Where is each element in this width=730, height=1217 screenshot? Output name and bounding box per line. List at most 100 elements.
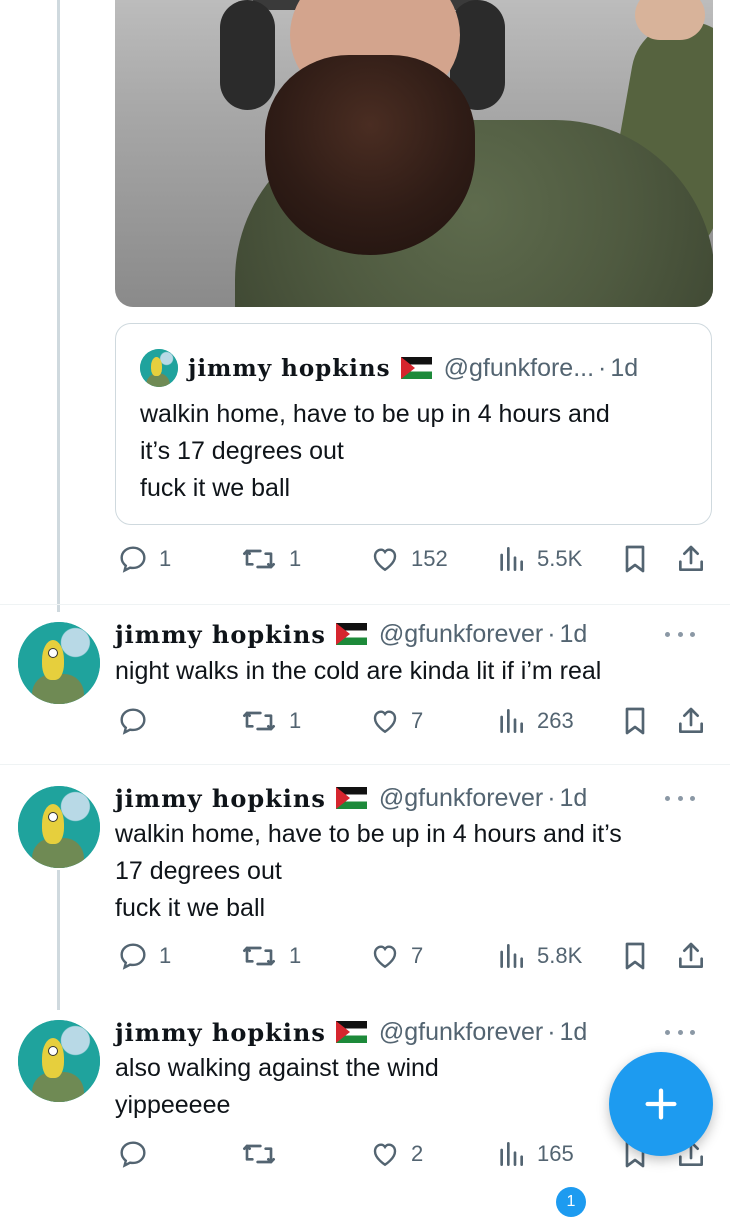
timestamp[interactable]: 1d xyxy=(560,784,588,813)
like-button[interactable]: 7 xyxy=(369,699,423,743)
quoted-tweet-text: walkin home, have to be up in 4 hours an… xyxy=(140,400,610,502)
share-icon xyxy=(679,545,703,571)
avatar[interactable] xyxy=(18,786,100,868)
reply-button[interactable] xyxy=(117,1132,159,1176)
like-count: 152 xyxy=(411,546,448,571)
view-count: 165 xyxy=(537,1141,574,1166)
plus-icon xyxy=(645,1088,677,1120)
palestine-flag-icon xyxy=(335,787,367,809)
heart-icon xyxy=(373,710,397,734)
palestine-flag-icon xyxy=(335,1021,367,1043)
view-count: 5.5K xyxy=(537,546,583,571)
username-handle[interactable]: @gfunkforever xyxy=(379,784,543,813)
tweet-actions: 1 7 263 xyxy=(115,699,715,743)
share-button[interactable] xyxy=(675,537,707,581)
view-count: 5.8K xyxy=(537,943,583,968)
retweet-button[interactable]: 1 xyxy=(239,537,301,581)
reply-icon xyxy=(120,1141,146,1168)
retweet-icon xyxy=(243,1144,275,1164)
views-button[interactable]: 165 xyxy=(495,1132,574,1176)
palestine-flag-icon xyxy=(400,357,432,379)
tweet-header: jimmy hopkins @gfunkforever · 1d xyxy=(115,614,715,654)
like-button[interactable]: 7 xyxy=(369,934,423,978)
palestine-flag-icon xyxy=(335,623,367,645)
bookmark-icon xyxy=(625,942,645,970)
reply-button[interactable]: 1 xyxy=(117,537,171,581)
retweet-button[interactable]: 1 xyxy=(239,699,301,743)
compose-button[interactable] xyxy=(609,1052,713,1156)
thread-line xyxy=(57,0,60,612)
quoted-tweet-card[interactable]: jimmy hopkins @gfunkfore... · 1d walkin … xyxy=(115,323,712,525)
views-chart-icon xyxy=(500,944,523,968)
separator-dot: · xyxy=(547,783,556,812)
views-chart-icon xyxy=(500,547,523,571)
tweet-text: walkin home, have to be up in 4 hours an… xyxy=(115,820,622,922)
reply-icon xyxy=(120,943,146,970)
reply-count: 1 xyxy=(159,943,172,968)
retweet-button[interactable]: 1 xyxy=(239,934,301,978)
divider xyxy=(0,764,730,765)
tweet-actions: 1 1 152 5.5K xyxy=(115,537,715,581)
separator-dot: · xyxy=(598,353,607,382)
timestamp[interactable]: 1d xyxy=(560,1018,588,1047)
bookmark-button[interactable] xyxy=(619,934,651,978)
username-handle[interactable]: @gfunkforever xyxy=(379,1018,543,1047)
reply-button[interactable]: 1 xyxy=(117,934,171,978)
like-button[interactable]: 2 xyxy=(369,1132,423,1176)
share-button[interactable] xyxy=(675,934,707,978)
view-count: 263 xyxy=(537,708,574,733)
quoted-tweet-header: jimmy hopkins @gfunkfore... · 1d xyxy=(140,348,638,388)
bottom-navigation xyxy=(0,1186,730,1200)
avatar[interactable] xyxy=(18,622,100,704)
separator-dot: · xyxy=(547,619,556,648)
avatar[interactable] xyxy=(18,1020,100,1102)
share-icon xyxy=(679,707,703,733)
reply-count: 1 xyxy=(159,546,172,571)
share-button[interactable] xyxy=(675,699,707,743)
timestamp[interactable]: 1d xyxy=(560,620,588,649)
views-button[interactable]: 263 xyxy=(495,699,574,743)
views-chart-icon xyxy=(500,1142,523,1166)
avatar[interactable] xyxy=(140,349,178,387)
display-name[interactable]: jimmy hopkins xyxy=(115,784,326,813)
retweet-icon xyxy=(243,549,275,569)
display-name[interactable]: jimmy hopkins xyxy=(115,1018,326,1047)
photo-headphone-left xyxy=(220,0,275,110)
tweet-header: jimmy hopkins @gfunkforever · 1d xyxy=(115,1012,715,1052)
views-button[interactable]: 5.8K xyxy=(495,934,582,978)
photo-beard xyxy=(265,55,475,255)
notification-badge[interactable]: 1 xyxy=(556,1187,586,1217)
retweet-count: 1 xyxy=(289,546,302,571)
username-handle[interactable]: @gfunkforever xyxy=(379,620,543,649)
like-count: 7 xyxy=(411,708,424,733)
display-name[interactable]: jimmy hopkins xyxy=(115,620,326,649)
bookmark-button[interactable] xyxy=(619,699,651,743)
views-button[interactable]: 5.5K xyxy=(495,537,582,581)
reply-icon xyxy=(120,546,146,573)
views-chart-icon xyxy=(500,709,523,733)
retweet-icon xyxy=(243,711,275,731)
heart-icon xyxy=(373,1143,397,1167)
timestamp[interactable]: 1d xyxy=(610,354,638,383)
retweet-button[interactable] xyxy=(239,1132,289,1176)
retweet-icon xyxy=(243,946,275,966)
display-name[interactable]: jimmy hopkins xyxy=(188,355,391,382)
bookmark-button[interactable] xyxy=(619,537,651,581)
more-options-icon[interactable] xyxy=(665,1022,695,1042)
like-count: 7 xyxy=(411,943,424,968)
share-icon xyxy=(679,942,703,968)
heart-icon xyxy=(373,548,397,572)
retweet-count: 1 xyxy=(289,708,302,733)
reply-button[interactable] xyxy=(117,699,159,743)
more-options-icon[interactable] xyxy=(665,624,695,644)
tweet-media-photo[interactable] xyxy=(115,0,713,307)
username-handle[interactable]: @gfunkfore... xyxy=(444,354,594,383)
like-button[interactable]: 152 xyxy=(369,537,448,581)
like-count: 2 xyxy=(411,1141,424,1166)
tweet-header: jimmy hopkins @gfunkforever · 1d xyxy=(115,778,715,818)
bookmark-icon xyxy=(625,707,645,735)
thread-line xyxy=(57,870,60,1010)
more-options-icon[interactable] xyxy=(665,788,695,808)
divider xyxy=(0,604,730,605)
tweet-actions: 1 1 7 5.8K xyxy=(115,934,715,978)
